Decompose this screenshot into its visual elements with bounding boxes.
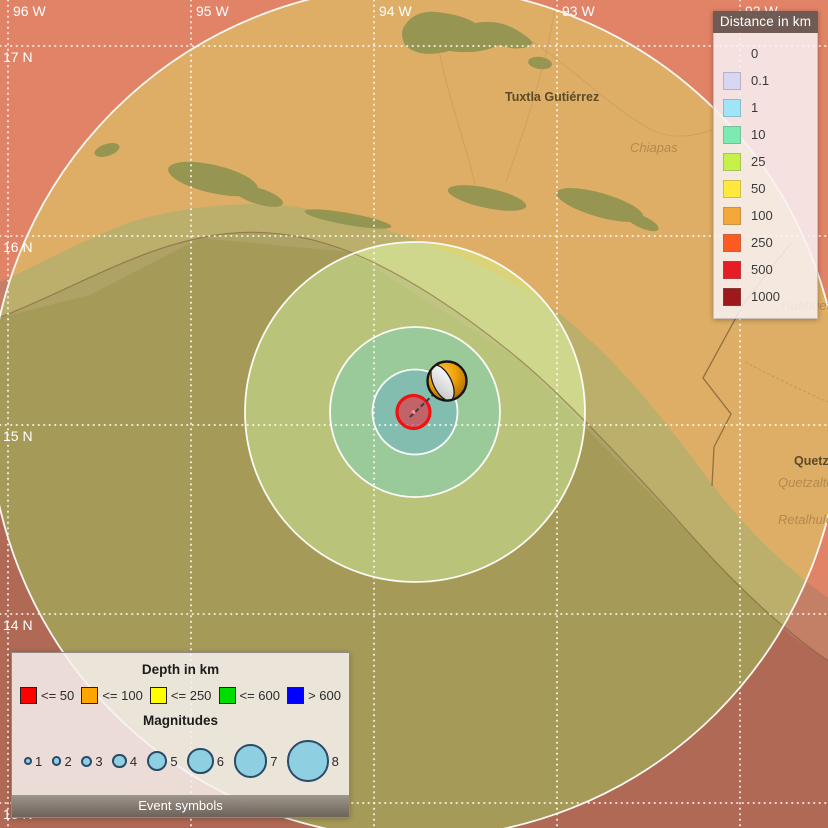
- city-label: Tuxtla Gutiérrez: [505, 90, 599, 104]
- region-label: Quetzaltenango: [778, 475, 828, 490]
- magnitude-legend-item: 7: [234, 744, 278, 778]
- distance-value-label: 1000: [751, 289, 780, 304]
- distance-color-swatch: [723, 99, 741, 117]
- distance-legend-item: 1: [714, 94, 817, 121]
- magnitude-value-label: 5: [170, 754, 177, 769]
- magnitude-legend-item: 2: [52, 754, 72, 769]
- distance-value-label: 500: [751, 262, 773, 277]
- magnitude-legend-item: 1: [24, 754, 42, 769]
- distance-legend-item: 1000: [714, 283, 817, 310]
- longitude-label: 93 W: [562, 3, 595, 19]
- magnitude-value-label: 3: [95, 754, 102, 769]
- depth-color-swatch: [219, 687, 236, 704]
- magnitude-circle: [287, 740, 329, 782]
- distance-color-swatch: [723, 207, 741, 225]
- magnitude-value-label: 7: [270, 754, 277, 769]
- distance-value-label: 10: [751, 127, 765, 142]
- distance-color-swatch: [723, 261, 741, 279]
- distance-legend-item: 10: [714, 121, 817, 148]
- distance-swatch-empty: [723, 45, 741, 63]
- distance-color-swatch: [723, 234, 741, 252]
- distance-value-label: 0: [751, 46, 758, 61]
- magnitude-value-label: 6: [217, 754, 224, 769]
- distance-legend-item: 250: [714, 229, 817, 256]
- magnitude-legend-row: 1 2 3 4 5 6 7 8: [12, 738, 349, 784]
- distance-value-label: 50: [751, 181, 765, 196]
- distance-color-swatch: [723, 288, 741, 306]
- distance-value-label: 25: [751, 154, 765, 169]
- distance-legend-item: 0.1: [714, 67, 817, 94]
- distance-legend-title: Distance in km: [713, 11, 818, 33]
- region-label: Chiapas: [630, 140, 678, 155]
- longitude-label: 95 W: [196, 3, 229, 19]
- event-legend-panel: Depth in km <= 50 <= 100 <= 250 <= 600 > 600…: [11, 652, 350, 818]
- depth-legend-item: > 600: [287, 687, 341, 704]
- magnitude-legend-item: 8: [287, 740, 339, 782]
- distance-color-swatch: [723, 180, 741, 198]
- distance-value-label: 100: [751, 208, 773, 223]
- latitude-label: 15 N: [3, 428, 33, 444]
- distance-legend-item: 25: [714, 148, 817, 175]
- magnitude-legend-item: 6: [187, 748, 224, 775]
- event-legend-footer: Event symbols: [12, 795, 349, 817]
- magnitude-value-label: 1: [35, 754, 42, 769]
- magnitude-circle: [187, 748, 214, 775]
- magnitude-circle: [234, 744, 268, 778]
- magnitude-legend-item: 4: [112, 754, 137, 769]
- city-label: Quetzaltenango: [794, 454, 828, 468]
- magnitude-legend-item: 3: [81, 754, 102, 769]
- depth-legend-item: <= 250: [150, 687, 212, 704]
- depth-legend-item: <= 600: [219, 687, 281, 704]
- depth-legend-item: <= 50: [20, 687, 74, 704]
- magnitude-legend-item: 5: [147, 751, 178, 772]
- latitude-label: 17 N: [3, 49, 33, 65]
- depth-range-label: <= 50: [41, 688, 74, 703]
- magnitude-circle: [112, 754, 127, 769]
- distance-legend-item: 0: [714, 40, 817, 67]
- magnitude-value-label: 4: [130, 754, 137, 769]
- distance-legend-item: 100: [714, 202, 817, 229]
- distance-legend-item: 500: [714, 256, 817, 283]
- magnitude-legend-title: Magnitudes: [12, 713, 349, 728]
- depth-range-label: > 600: [308, 688, 341, 703]
- magnitude-value-label: 8: [332, 754, 339, 769]
- depth-range-label: <= 600: [240, 688, 281, 703]
- depth-legend-title: Depth in km: [12, 662, 349, 677]
- magnitude-circle: [147, 751, 168, 772]
- magnitude-circle: [81, 756, 92, 767]
- magnitude-circle: [24, 757, 32, 765]
- depth-legend-item: <= 100: [81, 687, 143, 704]
- distance-value-label: 1: [751, 100, 758, 115]
- latitude-label: 14 N: [3, 617, 33, 633]
- depth-color-swatch: [287, 687, 304, 704]
- depth-color-swatch: [150, 687, 167, 704]
- distance-value-label: 250: [751, 235, 773, 250]
- distance-color-swatch: [723, 72, 741, 90]
- longitude-label: 94 W: [379, 3, 412, 19]
- latitude-label: 16 N: [3, 239, 33, 255]
- distance-legend-item: 50: [714, 175, 817, 202]
- distance-color-swatch: [723, 153, 741, 171]
- depth-legend-row: <= 50 <= 100 <= 250 <= 600 > 600: [12, 687, 349, 704]
- longitude-label: 96 W: [13, 3, 46, 19]
- event-map-window: 96 W95 W94 W93 W92 W17 N16 N15 N14 N13 N…: [0, 0, 828, 828]
- depth-range-label: <= 100: [102, 688, 143, 703]
- distance-legend-panel: Distance in km 0 0.1 1 10 25 50 100 250 500 1000: [713, 11, 818, 319]
- distance-color-swatch: [723, 126, 741, 144]
- depth-color-swatch: [20, 687, 37, 704]
- region-label: Retalhuleu: [778, 512, 828, 527]
- depth-color-swatch: [81, 687, 98, 704]
- magnitude-circle: [52, 756, 62, 766]
- depth-range-label: <= 250: [171, 688, 212, 703]
- distance-legend-body: 0 0.1 1 10 25 50 100 250 500 1000: [713, 33, 818, 319]
- magnitude-value-label: 2: [64, 754, 71, 769]
- distance-value-label: 0.1: [751, 73, 769, 88]
